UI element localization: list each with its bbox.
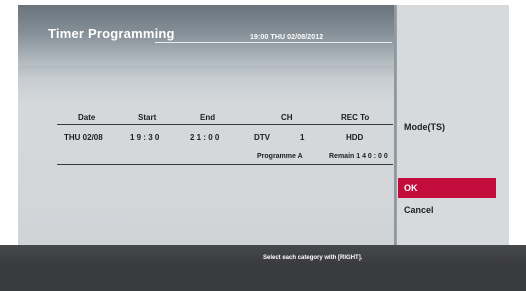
timer-start-field[interactable]: 1 9 : 3 0: [130, 133, 159, 142]
column-header-start: Start: [138, 113, 157, 122]
timer-channel-number-field[interactable]: 1: [300, 133, 304, 142]
footer-bar: [0, 245, 526, 291]
tv-screen: Timer Programming 19:00 THU 02/08/2012 D…: [0, 0, 526, 291]
clock-readout: 19:00 THU 02/08/2012: [250, 34, 324, 41]
cancel-button[interactable]: Cancel: [398, 201, 496, 219]
ok-button[interactable]: OK: [398, 178, 496, 198]
timer-date-field[interactable]: THU 02/08: [64, 133, 103, 142]
navigation-hint: Select each category with [RIGHT].: [263, 255, 363, 261]
timer-rec-to-field[interactable]: HDD: [346, 133, 363, 142]
timer-end-field[interactable]: 2 1 : 0 0: [190, 133, 219, 142]
table-bottom-divider: [57, 164, 393, 165]
column-header-end: End: [200, 113, 216, 122]
timer-programming-panel: Timer Programming 19:00 THU 02/08/2012: [18, 5, 394, 245]
mode-setting[interactable]: Mode(TS): [404, 122, 445, 132]
timer-channel-type-field[interactable]: DTV: [254, 133, 270, 142]
column-header-ch: CH: [281, 113, 293, 122]
title-divider: [155, 42, 392, 43]
header-divider: [57, 124, 393, 125]
page-title: Timer Programming: [48, 26, 175, 41]
programme-name: Programme A: [257, 153, 303, 160]
column-header-rec-to: REC To: [341, 113, 370, 122]
column-header-date: Date: [78, 113, 96, 122]
remaining-storage: Remain 1 4 0 : 0 0: [329, 153, 388, 160]
